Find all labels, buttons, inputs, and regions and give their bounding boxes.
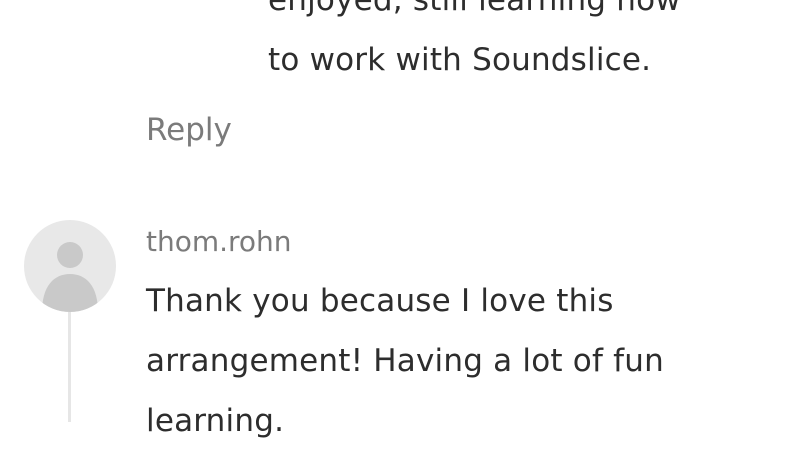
comment-username[interactable]: thom.rohn (146, 222, 292, 262)
comment-body: Thank you because I love this arrangemen… (146, 271, 786, 451)
comment-line: Thank you because I love this (146, 283, 614, 319)
reply-button[interactable]: Reply (146, 108, 232, 152)
previous-reply-body: enjoyed, still learning how to work with… (268, 0, 768, 90)
avatar[interactable] (24, 220, 116, 312)
previous-reply-line: enjoyed, still learning how (268, 0, 681, 18)
comment-line: arrangement! Having a lot of fun (146, 343, 664, 379)
default-user-avatar-icon (42, 242, 98, 312)
previous-reply-line: to work with Soundslice. (268, 42, 652, 78)
thread-line (68, 312, 71, 422)
comment-line: learning. (146, 403, 285, 439)
